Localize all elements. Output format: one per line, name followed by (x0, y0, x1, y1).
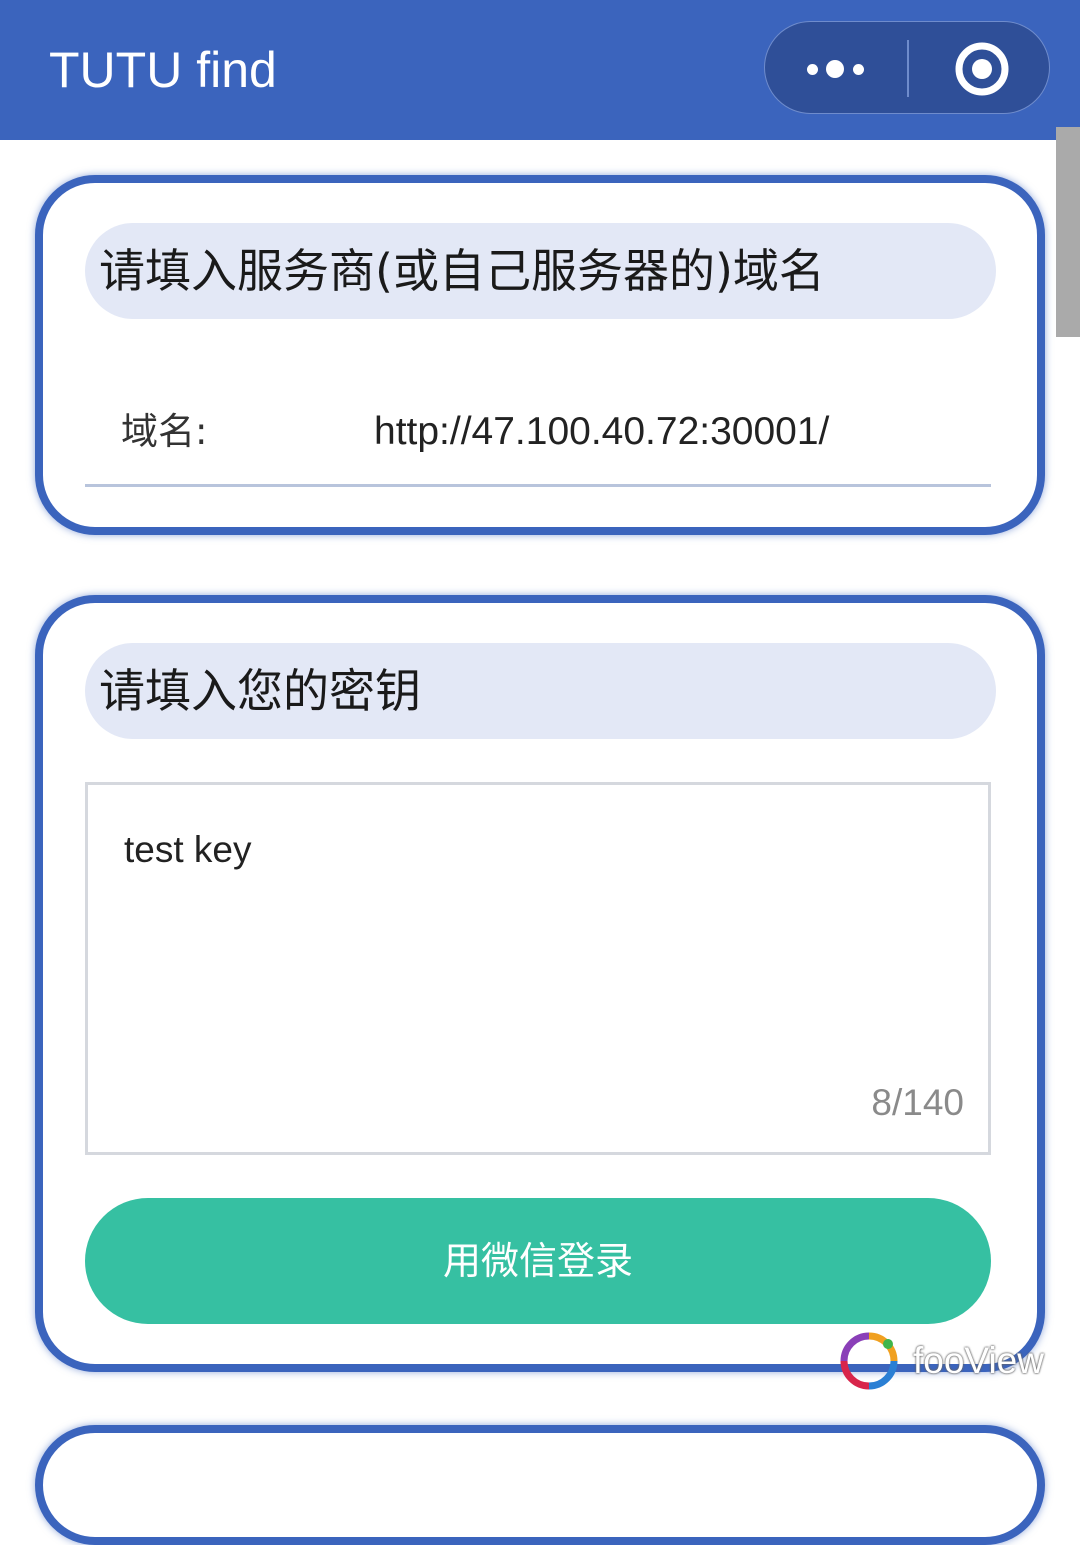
key-textarea[interactable]: test key 8/140 (85, 782, 991, 1155)
next-card (35, 1425, 1045, 1545)
wechat-login-button[interactable]: 用微信登录 (85, 1198, 991, 1324)
wechat-login-label: 用微信登录 (442, 1239, 633, 1283)
fooview-logo-icon (840, 1332, 898, 1390)
domain-label: 域名: (121, 410, 208, 453)
domain-heading: 请填入服务商(或自己服务器的)域名 (99, 244, 825, 298)
domain-section-header: 请填入服务商(或自己服务器的)域名 (85, 223, 996, 319)
key-char-counter: 8/140 (871, 1082, 964, 1123)
domain-card: 请填入服务商(或自己服务器的)域名 域名: http://47.100.40.7… (35, 175, 1045, 535)
target-circle-icon (955, 42, 1009, 96)
domain-input-underline (85, 484, 991, 487)
key-card: 请填入您的密钥 test key 8/140 用微信登录 (35, 595, 1045, 1372)
fooview-watermark: fooView (838, 1330, 1048, 1392)
top-nav-bar: TUTU find (0, 0, 1080, 140)
key-section-header: 请填入您的密钥 (85, 643, 996, 739)
app-title: TUTU find (49, 42, 277, 98)
close-button[interactable] (909, 22, 1051, 115)
domain-input[interactable]: http://47.100.40.72:30001/ (374, 409, 829, 455)
scrollbar[interactable] (1056, 127, 1080, 337)
fooview-label: fooView (913, 1340, 1044, 1381)
mini-program-capsule (764, 21, 1050, 114)
key-textarea-value: test key (124, 829, 252, 870)
key-heading: 请填入您的密钥 (99, 664, 421, 718)
more-button[interactable] (765, 22, 907, 115)
